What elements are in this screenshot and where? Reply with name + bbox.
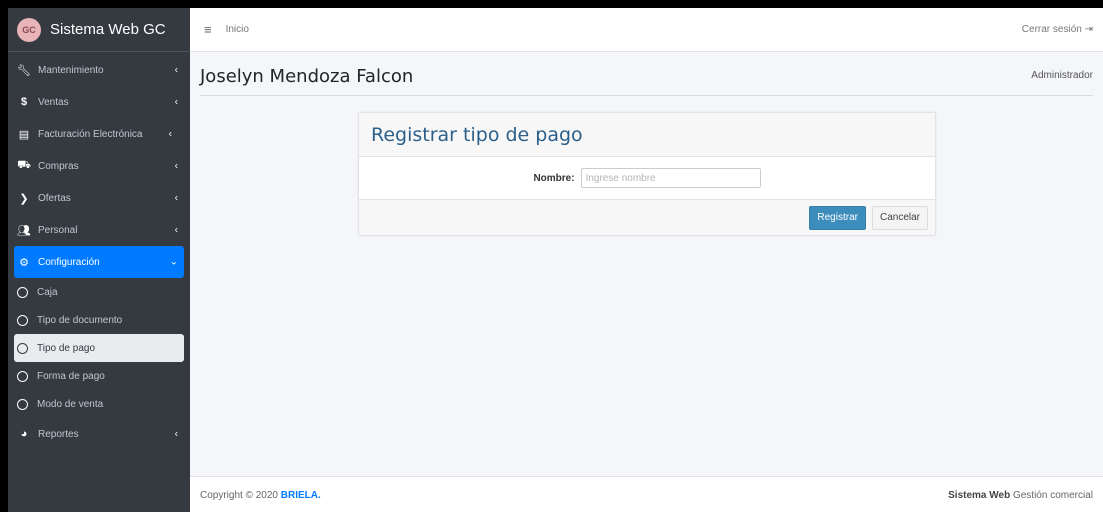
sidebar-item-label: Reportes — [38, 428, 79, 440]
chevron-left-icon: ‹ — [174, 428, 178, 440]
footer: Copyright © 2020 BRIELA. Sistema Web Ges… — [190, 476, 1103, 512]
sidebar-item-label: Configuración — [38, 256, 100, 268]
sidebar-item-label: Compras — [38, 160, 79, 172]
sidebar-item-label: Ofertas — [38, 192, 71, 204]
circle-icon — [17, 286, 28, 298]
sidebar-subitem-label: Forma de pago — [37, 370, 105, 382]
sidebar-subitem-label: Tipo de pago — [37, 342, 96, 354]
circle-icon — [17, 314, 28, 326]
sidebar-item-label: Facturación Electrónica — [38, 128, 143, 140]
chevron-left-icon: ‹ — [174, 160, 178, 172]
cart-icon: ⛟ — [17, 159, 31, 171]
brand-logo: GC — [17, 17, 41, 42]
logout-link[interactable]: Cerrar sesión ⇥ — [1022, 24, 1093, 35]
sidebar-subitem-tipo-pago[interactable]: Tipo de pago — [14, 334, 184, 362]
menu-toggle-icon[interactable]: ≡ — [204, 22, 212, 37]
sidebar-subitem-label: Tipo de documento — [37, 314, 123, 326]
sidebar-item-reportes[interactable]: ◕ Reportes ‹ — [8, 418, 190, 450]
cancel-button[interactable]: Cancelar — [871, 205, 928, 230]
footer-app-name: Sistema Web Gestión comercial — [948, 490, 1093, 501]
sidebar-item-compras[interactable]: ⛟ Compras ‹ — [8, 150, 190, 182]
chevron-left-icon: ‹ — [174, 96, 178, 108]
card-footer: Registrar Cancelar — [359, 199, 935, 235]
sidebar-item-label: Mantenimiento — [38, 64, 104, 76]
name-label: Nombre: — [533, 172, 575, 184]
chevron-down-icon: ⌄ — [169, 256, 178, 268]
sidebar-item-facturacion[interactable]: ▤ Facturación Electrónica ‹ — [8, 118, 190, 150]
sidebar-menu: 🔧︎ Mantenimiento ‹ $ Ventas ‹ ▤ Facturac… — [8, 52, 190, 450]
tags-icon: ❯ — [19, 192, 29, 205]
logout-label: Cerrar sesión — [1021, 24, 1082, 35]
sidebar-item-personal[interactable]: 👥︎ Personal ‹ — [8, 214, 190, 246]
register-payment-type-card: Registrar tipo de pago Nombre: Registrar… — [358, 112, 936, 236]
app-title: Sistema Web GC — [50, 21, 166, 38]
chevron-left-icon: ‹ — [174, 192, 178, 204]
wrench-icon: 🔧︎ — [17, 64, 31, 77]
copyright: Copyright © 2020 BRIELA. — [200, 490, 321, 501]
sidebar-item-ofertas[interactable]: ❯ Ofertas ‹ — [8, 182, 190, 214]
sidebar-subitem-caja[interactable]: Caja — [8, 278, 190, 306]
pie-chart-icon: ◕ — [20, 428, 28, 440]
footer-app-text: Gestión comercial — [1012, 490, 1093, 501]
dollar-icon: $ — [20, 96, 28, 108]
sidebar: GC Sistema Web GC 🔧︎ Mantenimiento ‹ $ V… — [8, 8, 190, 512]
circle-icon — [17, 370, 28, 382]
sign-out-icon: ⇥ — [1084, 24, 1093, 35]
name-input[interactable] — [580, 168, 761, 188]
gear-icon: ⚙ — [19, 256, 29, 269]
sidebar-subitem-label: Modo de venta — [37, 398, 104, 410]
chevron-left-icon: ‹ — [174, 224, 178, 236]
circle-icon — [17, 398, 28, 410]
copyright-text: Copyright © 2020 — [200, 490, 278, 501]
sidebar-subitem-forma-pago[interactable]: Forma de pago — [8, 362, 190, 390]
user-role: Administrador — [1031, 70, 1093, 81]
main-content: Joselyn Mendoza Falcon Administrador Reg… — [190, 52, 1103, 476]
chevron-left-icon: ‹ — [174, 64, 178, 76]
card-header: Registrar tipo de pago — [359, 113, 935, 157]
sidebar-item-mantenimiento[interactable]: 🔧︎ Mantenimiento ‹ — [8, 54, 190, 86]
sidebar-subitem-modo-venta[interactable]: Modo de venta — [8, 390, 190, 418]
footer-app-bold: Sistema Web — [948, 490, 1011, 501]
card-title: Registrar tipo de pago — [371, 123, 583, 146]
card-body: Nombre: — [359, 157, 935, 199]
chevron-left-icon: ‹ — [168, 128, 172, 140]
users-icon: 👥︎ — [17, 224, 31, 237]
register-button[interactable]: Registrar — [809, 205, 866, 230]
sidebar-subitem-tipo-documento[interactable]: Tipo de documento — [8, 306, 190, 334]
sidebar-item-label: Ventas — [38, 96, 69, 108]
sidebar-item-configuracion[interactable]: ⚙ Configuración ⌄ — [14, 246, 184, 278]
sidebar-item-label: Personal — [38, 224, 78, 236]
topbar: ≡ Inicio Cerrar sesión ⇥ — [190, 8, 1103, 52]
circle-icon — [17, 342, 28, 354]
home-link[interactable]: Inicio — [226, 24, 249, 35]
page-title: Joselyn Mendoza Falcon — [200, 66, 414, 87]
sidebar-subitem-label: Caja — [37, 286, 58, 298]
sidebar-item-ventas[interactable]: $ Ventas ‹ — [8, 86, 190, 118]
brand[interactable]: GC Sistema Web GC — [8, 8, 190, 52]
divider — [200, 95, 1093, 96]
file-icon: ▤ — [18, 128, 30, 141]
company-link[interactable]: BRIELA. — [281, 490, 321, 501]
